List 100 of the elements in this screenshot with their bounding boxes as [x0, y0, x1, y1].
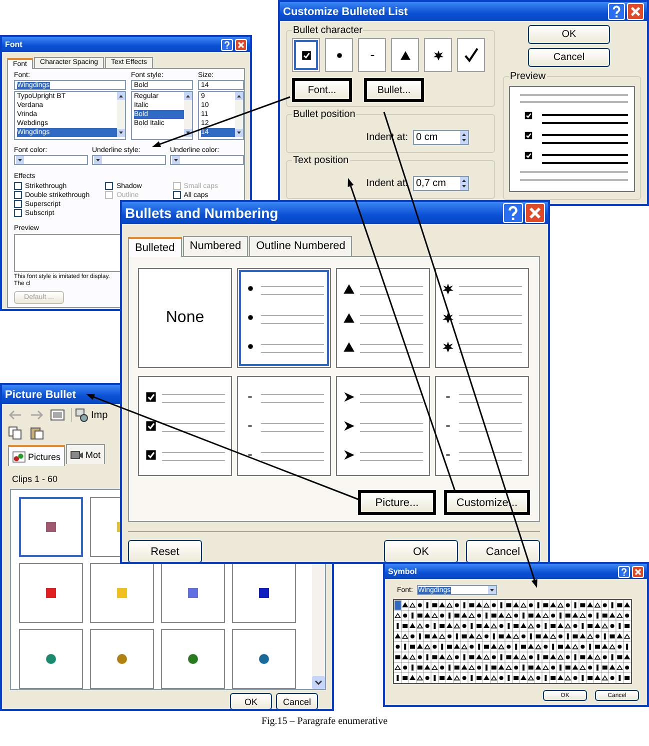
- scrollbar[interactable]: [184, 92, 192, 137]
- close-button[interactable]: [235, 38, 247, 50]
- cancel-button[interactable]: Cancel: [528, 48, 610, 67]
- help-button[interactable]: [608, 3, 625, 20]
- help-button[interactable]: [503, 203, 523, 223]
- clips-count: Clips 1 - 60: [12, 474, 59, 484]
- caret-icon: [172, 156, 180, 164]
- spinner-icon: [460, 131, 468, 144]
- symbol-grid-drawing[interactable]: [393, 599, 632, 684]
- arrowhead-icon: [343, 448, 355, 461]
- picture-icon: [12, 450, 26, 462]
- window-title: Bullets and Numbering: [125, 205, 278, 221]
- sphere-icon: [259, 654, 269, 664]
- check-mark-icon: [463, 47, 479, 63]
- bullet-style-option[interactable]: [138, 376, 232, 476]
- clip-thumbnail[interactable]: [19, 497, 83, 557]
- reset-button[interactable]: Reset: [128, 540, 202, 562]
- window-title: Font: [5, 40, 22, 49]
- help-icon: [222, 40, 232, 50]
- star-icon: [442, 340, 454, 353]
- help-button[interactable]: [618, 566, 630, 578]
- bullet-style-option[interactable]: None: [138, 268, 232, 368]
- checkbox[interactable]: [172, 191, 181, 199]
- sphere-icon: [117, 654, 127, 664]
- dropdown[interactable]: [92, 155, 166, 165]
- bullet-option[interactable]: [457, 38, 485, 72]
- ok-button[interactable]: OK: [230, 693, 272, 709]
- tab[interactable]: Mot: [66, 444, 105, 464]
- checkbox[interactable]: [105, 182, 114, 190]
- sphere-icon: [46, 654, 56, 664]
- triangle-icon: [343, 312, 355, 324]
- checkbox[interactable]: [14, 200, 22, 208]
- help-icon: [619, 566, 629, 576]
- square-icon: [46, 588, 56, 598]
- bullet-style-option[interactable]: [336, 268, 430, 368]
- copy-icon[interactable]: [8, 426, 23, 440]
- clip-thumbnail[interactable]: [161, 563, 225, 623]
- checkbox[interactable]: [14, 182, 22, 190]
- group-label: Bullet character: [292, 25, 364, 36]
- caret-icon: [94, 156, 102, 164]
- caret-icon: [16, 156, 24, 164]
- checkbox[interactable]: [14, 209, 22, 217]
- window-title: Picture Bullet: [5, 388, 76, 400]
- paste-icon[interactable]: [29, 426, 44, 440]
- close-button[interactable]: [632, 566, 644, 578]
- star-icon: [442, 283, 454, 296]
- arrowhead-icon: [343, 420, 355, 432]
- clip-thumbnail[interactable]: [19, 629, 83, 689]
- ok-button[interactable]: OK: [528, 25, 610, 44]
- checkbox-icon: [300, 50, 312, 60]
- scroll-down-icon[interactable]: [312, 676, 325, 689]
- bullet-button[interactable]: Bullet...: [364, 78, 424, 102]
- triangle-icon: [343, 283, 355, 296]
- spin-field[interactable]: 0,7 cm: [413, 176, 469, 191]
- checkbox-icon: [145, 391, 157, 404]
- tab[interactable]: Bulleted: [128, 237, 182, 257]
- square-icon: [46, 522, 56, 532]
- group-label: Text position: [292, 155, 350, 166]
- arrowhead-icon: [343, 391, 355, 404]
- scrollbar[interactable]: [117, 92, 125, 137]
- ok-button[interactable]: OK: [384, 540, 458, 562]
- cancel-button[interactable]: Cancel: [466, 540, 540, 562]
- sphere-icon: [188, 654, 198, 664]
- tab[interactable]: Pictures: [8, 445, 65, 466]
- close-icon: [633, 566, 643, 576]
- checkbox[interactable]: [14, 191, 22, 199]
- spin-field[interactable]: 0 cm: [413, 130, 469, 145]
- picture-button[interactable]: Picture...: [358, 490, 436, 515]
- dropdown[interactable]: [14, 155, 88, 165]
- close-icon: [236, 40, 246, 50]
- import-button[interactable]: Imp: [71, 408, 108, 422]
- clip-thumbnail[interactable]: [90, 563, 154, 623]
- caret-icon: [488, 586, 496, 594]
- bullet-option[interactable]: [292, 38, 320, 72]
- scrollbar[interactable]: [235, 92, 243, 137]
- clip-thumbnail[interactable]: [232, 563, 296, 623]
- close-button[interactable]: [627, 3, 644, 20]
- bullet-style-option[interactable]: [435, 376, 529, 476]
- clip-thumbnail[interactable]: [161, 629, 225, 689]
- bullet-style-option[interactable]: [435, 268, 529, 368]
- clip-thumbnail[interactable]: [19, 563, 83, 623]
- tab[interactable]: Numbered: [182, 236, 248, 256]
- checkbox-icon: [145, 448, 157, 461]
- square-icon: [259, 588, 269, 598]
- square-icon: [188, 588, 198, 598]
- close-button[interactable]: [525, 203, 545, 223]
- tab[interactable]: Outline Numbered: [249, 236, 352, 256]
- cancel-button[interactable]: Cancel: [276, 693, 318, 709]
- list-view-icon[interactable]: [50, 408, 65, 422]
- help-button[interactable]: [221, 38, 233, 50]
- clip-thumbnail[interactable]: [90, 629, 154, 689]
- close-icon: [628, 4, 643, 19]
- dropdown[interactable]: [170, 155, 244, 165]
- star-icon: [442, 312, 454, 324]
- bullet-option[interactable]: [424, 38, 452, 72]
- clip-thumbnail[interactable]: [232, 629, 296, 689]
- font-button[interactable]: Font...: [292, 78, 352, 102]
- checkbox-icon: [145, 420, 157, 432]
- triangle-icon: [343, 340, 355, 353]
- bullet-option[interactable]: [391, 38, 419, 72]
